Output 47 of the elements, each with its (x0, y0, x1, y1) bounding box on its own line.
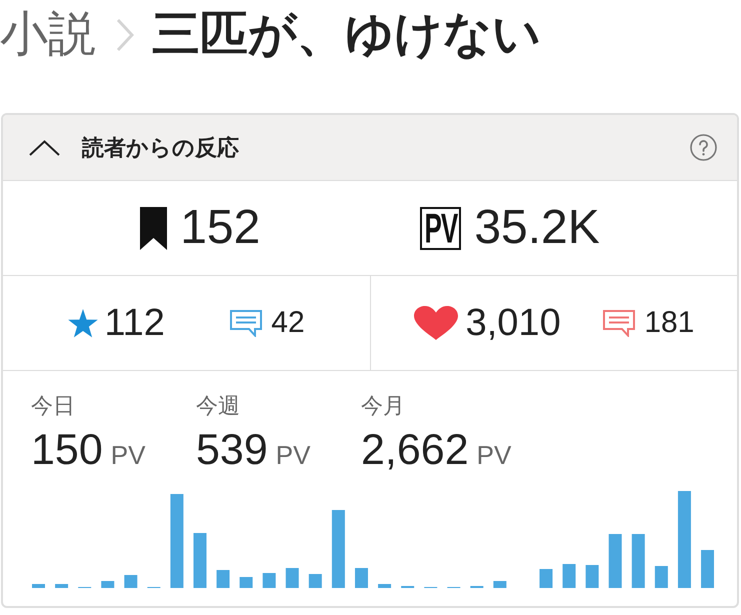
chart-bar (586, 565, 599, 588)
pv-badge: PV (420, 206, 462, 250)
chart-bar (378, 584, 392, 588)
bookmark-icon (140, 206, 168, 250)
chart-bar (240, 577, 253, 588)
period-value: 150 (31, 428, 103, 472)
chevron-right-icon (116, 18, 134, 52)
period-value: 2,662 (361, 428, 469, 472)
heart-count: 3,010 (466, 304, 561, 342)
period-label: 今月 (361, 393, 406, 419)
star-count: 112 (104, 304, 165, 342)
chart-bar (493, 581, 506, 588)
chart-bar (286, 568, 299, 588)
chart-bar (216, 570, 230, 588)
comment-count: 181 (644, 308, 694, 338)
comment-icon (230, 310, 262, 336)
chart-bar (101, 581, 114, 588)
period-unit: PV (276, 440, 310, 471)
chart-bar (540, 569, 553, 588)
chart-bar (562, 564, 576, 588)
chart-bar (308, 574, 322, 588)
chevron-up-icon[interactable] (29, 140, 60, 156)
help-icon[interactable] (690, 134, 717, 161)
comment-count: 42 (271, 308, 305, 338)
comment-icon (603, 310, 636, 336)
period-unit: PV (110, 440, 146, 471)
chart-bar (124, 575, 138, 588)
pageview-count: 35.2K (474, 204, 600, 252)
chart-bar (632, 534, 645, 588)
heart-icon (414, 306, 458, 340)
chart-bar (654, 566, 668, 588)
page-title: 三匹が、ゆけない (152, 11, 541, 59)
chart-bar (354, 568, 368, 588)
chart-bar (194, 533, 206, 588)
chart-bar (55, 584, 68, 588)
period-label: 今日 (31, 393, 76, 419)
chart-bar (32, 584, 45, 588)
period-unit: PV (476, 440, 512, 471)
bookmark-count: 152 (180, 204, 260, 252)
period-label: 今週 (196, 393, 241, 419)
chart-bar (608, 534, 622, 588)
breadcrumb-link[interactable]: 小説 (0, 11, 96, 59)
period-value: 539 (196, 428, 268, 472)
chart-bar (701, 550, 714, 588)
star-icon (68, 308, 98, 338)
chart-bar (262, 573, 276, 588)
panel-title: 読者からの反応 (82, 134, 240, 162)
